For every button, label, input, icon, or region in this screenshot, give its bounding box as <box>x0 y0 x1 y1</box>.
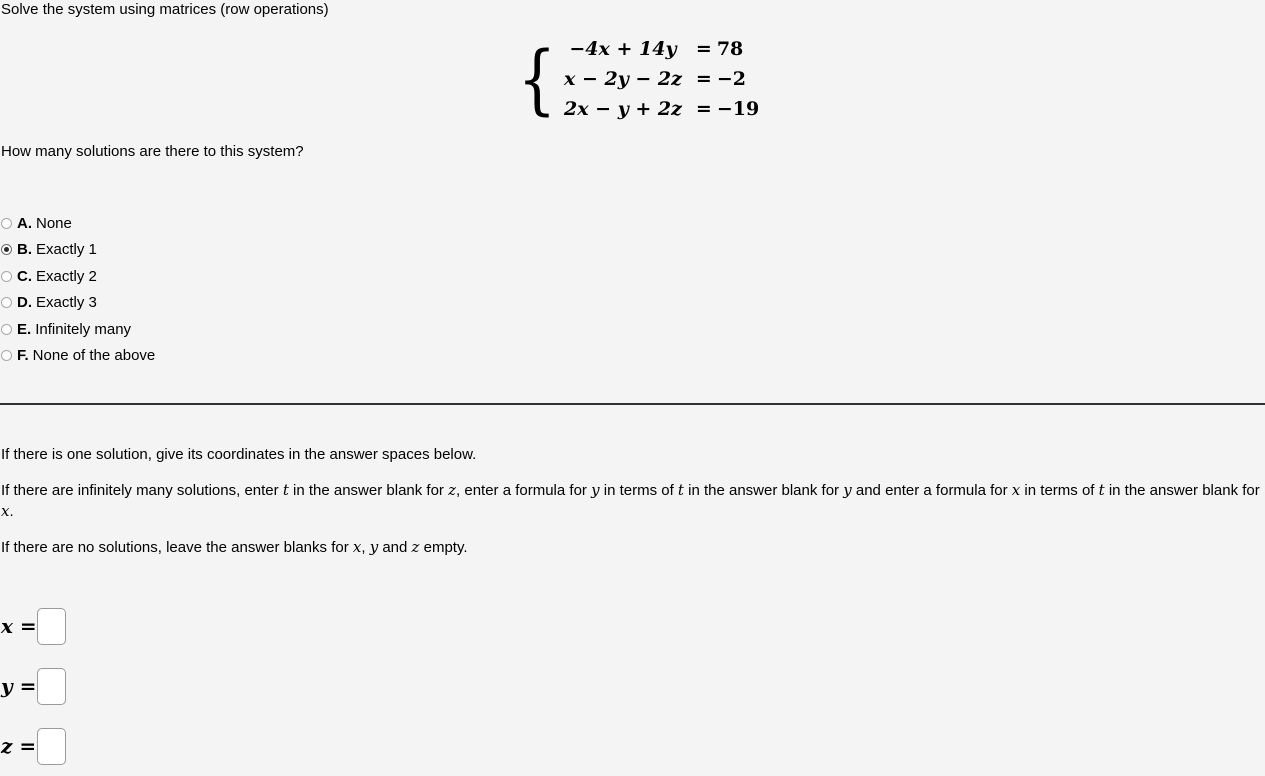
option-b[interactable]: B. Exactly 1 <box>1 237 155 264</box>
infinite-text-3: , enter a formula for <box>456 482 592 499</box>
answer-var-y: y <box>1 674 13 698</box>
option-c-letter: C. <box>17 267 32 285</box>
no-solution-comma: , <box>361 539 370 556</box>
infinite-text-4: in terms of <box>599 482 678 499</box>
equation-2-value: −2 <box>716 68 746 90</box>
infinite-text-5: in the answer blank for <box>683 482 844 499</box>
equation-1-equals: = <box>695 38 712 60</box>
option-f-letter: F. <box>17 347 29 365</box>
option-a-label: None <box>36 214 72 232</box>
system-brace: { <box>517 34 557 123</box>
option-e[interactable]: E. Infinitely many <box>1 316 155 343</box>
radio-a[interactable] <box>1 217 12 229</box>
answer-var-x: x <box>1 614 13 638</box>
equation-1-rhs: = 78 <box>692 34 759 64</box>
infinite-text-8: in the answer blank for <box>1104 482 1260 499</box>
infinite-text-7: in terms of <box>1020 482 1099 499</box>
option-c[interactable]: C. Exactly 2 <box>1 263 155 290</box>
option-e-label: Infinitely many <box>35 320 132 338</box>
infinite-text-2: in the answer blank for <box>288 482 449 499</box>
option-d-letter: D. <box>17 294 32 312</box>
equation-rows: −4x + 14y = 78 x − 2y − 2z = −2 2x − y + 2… <box>546 34 759 124</box>
answer-label-z: z = <box>1 734 37 758</box>
option-d-label: Exactly 3 <box>36 294 97 312</box>
answer-label-x: x = <box>1 614 37 638</box>
option-a[interactable]: A. None <box>1 210 155 237</box>
radio-d[interactable] <box>1 297 12 309</box>
section-divider <box>0 403 1265 405</box>
equation-2-rhs: = −2 <box>692 64 759 94</box>
answer-row-x: x = <box>1 596 66 656</box>
radio-b[interactable] <box>1 244 12 256</box>
infinite-var-z: z <box>448 481 457 499</box>
no-solution-text-1: If there are no solutions, leave the ans… <box>1 539 353 556</box>
equation-3-lhs: 2x − y + 2z <box>564 98 682 120</box>
equation-3-value: −19 <box>716 98 760 120</box>
answer-equals-x: = <box>19 614 37 638</box>
answer-input-z[interactable] <box>37 727 66 765</box>
radio-f[interactable] <box>1 350 12 362</box>
infinite-var-y1: y <box>591 481 600 499</box>
answer-row-y: y = <box>1 656 66 716</box>
answer-label-y: y = <box>1 674 37 698</box>
no-solution-var-y: y <box>369 538 379 556</box>
equation-3-equals: = <box>695 98 712 120</box>
worksheet-page: Solve the system using matrices (row ope… <box>0 0 1265 768</box>
infinite-text-9: . <box>9 503 14 520</box>
answer-equals-y: = <box>19 674 37 698</box>
equation-2-equals: = <box>695 68 712 90</box>
instruction-infinite-solutions: If there are infinitely many solutions, … <box>1 480 1265 522</box>
option-f[interactable]: F. None of the above <box>1 343 155 370</box>
answer-equals-z: = <box>19 734 37 758</box>
option-d[interactable]: D. Exactly 3 <box>1 290 155 317</box>
answer-options-group: A. None B. Exactly 1 C. Exactly 2 D. Exa… <box>1 210 155 369</box>
option-c-label: Exactly 2 <box>36 267 97 285</box>
answer-fields-section: x = y = z = <box>1 596 66 776</box>
instructions-section: If there is one solution, give its coord… <box>1 444 1265 573</box>
question-prompt: How many solutions are there to this sys… <box>1 143 304 160</box>
answer-var-z: z <box>1 734 13 758</box>
option-f-label: None of the above <box>32 347 156 365</box>
option-e-letter: E. <box>17 320 32 338</box>
infinite-text-6: and enter a formula for <box>851 482 1012 499</box>
radio-c[interactable] <box>1 270 12 282</box>
equation-2-lhs: x − 2y − 2z <box>564 68 682 90</box>
no-solution-text-2: empty. <box>419 539 468 556</box>
option-a-letter: A. <box>17 214 32 232</box>
equation-1-value: 78 <box>716 38 744 60</box>
infinite-var-x1: x <box>1011 481 1021 499</box>
infinite-text-1: If there are infinitely many solutions, … <box>1 482 283 499</box>
equation-1-lhs: −4x + 14y <box>569 38 677 60</box>
instruction-one-solution: If there is one solution, give its coord… <box>1 446 477 463</box>
equation-3-rhs: = −19 <box>692 94 759 124</box>
answer-input-y[interactable] <box>37 667 66 705</box>
option-b-letter: B. <box>17 241 32 259</box>
no-solution-and: and <box>378 539 412 556</box>
page-title: Solve the system using matrices (row ope… <box>1 1 329 18</box>
radio-e[interactable] <box>1 323 12 335</box>
option-b-label: Exactly 1 <box>36 241 97 259</box>
answer-input-x[interactable] <box>37 607 66 645</box>
answer-row-z: z = <box>1 716 66 776</box>
instruction-no-solutions: If there are no solutions, leave the ans… <box>1 537 1265 558</box>
system-of-equations: { −4x + 14y = 78 x − 2y − 2z = −2 2x − y +… <box>517 34 760 124</box>
infinite-var-y2: y <box>843 481 852 499</box>
